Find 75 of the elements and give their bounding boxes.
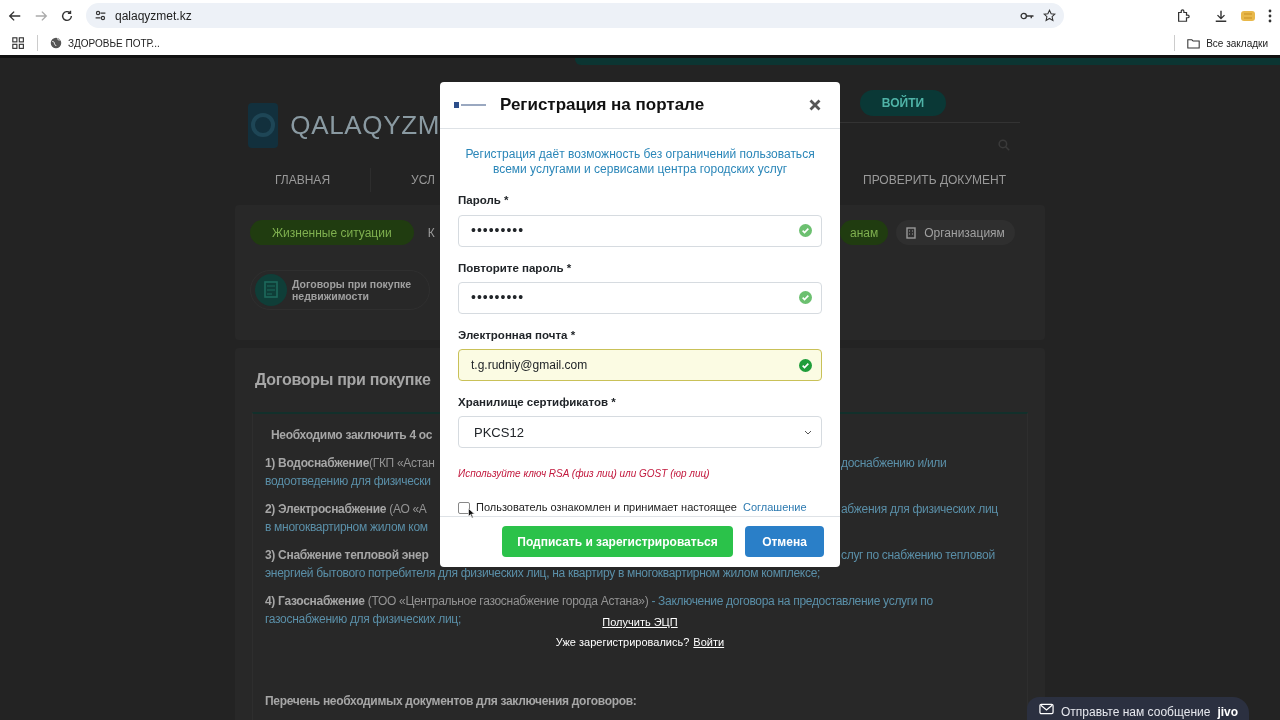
login-link[interactable]: Войти (693, 633, 725, 650)
provider-text: (АО «А (388, 502, 427, 516)
filter-tab[interactable]: К (427, 220, 435, 245)
chevron-down-icon (804, 429, 812, 435)
filter-tab[interactable]: Жизненные ситуации (250, 220, 414, 245)
check-icon (799, 358, 812, 372)
nav-link[interactable]: ПРОВЕРИТЬ ДОКУМЕНТ (863, 171, 1007, 189)
login-button[interactable]: ВОЙТИ (860, 90, 946, 116)
logo-icon (454, 102, 486, 109)
agreement-link[interactable]: Соглашение (742, 499, 807, 516)
registered-text: Уже зарегистрировались? (555, 634, 690, 650)
agreement-checkbox[interactable] (458, 501, 470, 514)
input-field[interactable]: ••••••••• (458, 281, 822, 314)
item-title: 1) Водоснабжение (265, 456, 369, 470)
check-icon (799, 291, 812, 305)
logo-text: QALAQYZM (290, 108, 440, 142)
download-icon[interactable] (1214, 8, 1228, 23)
close-button[interactable] (808, 98, 822, 113)
service-link[interactable]: водоотведению для физически (265, 474, 431, 488)
chat-brand: jivo (1217, 704, 1239, 720)
apps-icon[interactable] (12, 36, 25, 50)
filter-tab[interactable]: Организациям (896, 220, 1015, 245)
get-signature-link[interactable]: Получить ЭЦП (602, 614, 678, 631)
document-icon (254, 273, 288, 307)
documents-heading: Перечень необходимых документов для заключения договоров: (265, 693, 637, 710)
service-link[interactable]: в многоквартирном жилом ком (265, 520, 428, 534)
reload-icon[interactable] (60, 8, 74, 23)
intro-text: Необходимо заключить 4 ос (271, 427, 433, 444)
service-link[interactable]: газоснабжению для физических лиц; (265, 610, 461, 628)
all-bookmarks[interactable]: Все закладки (1187, 35, 1268, 51)
nav-link[interactable]: УСЛ (411, 171, 435, 189)
building-icon (906, 226, 917, 239)
close-icon (809, 99, 821, 112)
folder-icon (1187, 37, 1201, 49)
service-link[interactable]: слуг по снабжению тепловой (841, 548, 995, 562)
intro-text: Регистрация даёт возможность без ограничений пользоваться всеми услугами и сервисами центра городских услуг (464, 147, 816, 178)
chat-label: Отправьте нам сообщение (1061, 704, 1211, 720)
globe-icon (50, 37, 62, 49)
mail-icon (1039, 703, 1054, 715)
field-label: Повторите пароль * (458, 260, 573, 276)
item-title: 2) Электроснабжение (265, 502, 387, 516)
filter-tab[interactable]: анам (840, 220, 889, 245)
storage-select[interactable]: PKCS12 (458, 416, 822, 449)
back-icon[interactable] (8, 8, 22, 23)
hint-text: Используйте ключ RSA (физ лиц) или GOST (юр лиц) (458, 467, 711, 482)
service-link[interactable]: абжения для физических лиц (841, 502, 998, 516)
check-icon (799, 224, 812, 238)
extensions-icon[interactable] (1176, 8, 1190, 23)
field-label: Пароль * (458, 193, 510, 209)
provider-text: (ТОО «Центральное газоснабжение города Астана») (366, 593, 649, 610)
section-title: Договоры при покупке (255, 370, 431, 390)
dialog-title: Регистрация на портале (500, 94, 706, 117)
chat-widget[interactable]: Отправьте нам сообщение jivo (1027, 697, 1249, 720)
agreement-text: Пользователь ознакомлен и принимает настоящее (476, 500, 737, 516)
service-link[interactable]: - Заключение договора на предоставление услуги по (648, 592, 933, 610)
provider-text: (ГКП «Астан (369, 456, 435, 470)
service-link[interactable]: доснабжению и/или (841, 456, 947, 470)
cancel-button[interactable]: Отмена (745, 526, 824, 558)
cursor-icon (468, 508, 475, 520)
service-link[interactable]: энергией бытового потребителя для физических лиц, на квартиру в многоквартирном жилом комплексе; (265, 564, 821, 582)
input-field[interactable]: t.g.rudniy@gmail.com (458, 349, 822, 382)
address-bar[interactable]: qalaqyzmet.kz (86, 3, 1064, 28)
item-title: 4) Газоснабжение (265, 593, 365, 610)
field-label: Хранилище сертификатов * (458, 395, 617, 411)
star-icon[interactable] (1043, 9, 1056, 22)
site-settings-icon[interactable] (94, 9, 107, 22)
item-title: 3) Снабжение тепловой энер (265, 548, 429, 562)
input-field[interactable]: ••••••••• (458, 214, 822, 247)
key-icon[interactable] (1020, 10, 1035, 21)
menu-icon[interactable] (1268, 8, 1272, 23)
field-label: Электронная почта * (458, 327, 577, 343)
bookmark[interactable]: ЗДОРОВЬЕ ПОТР... (50, 35, 160, 51)
logo-icon (248, 102, 279, 148)
nav-link[interactable]: ГЛАВНАЯ (275, 171, 331, 189)
url-text: qalaqyzmet.kz (115, 7, 193, 25)
